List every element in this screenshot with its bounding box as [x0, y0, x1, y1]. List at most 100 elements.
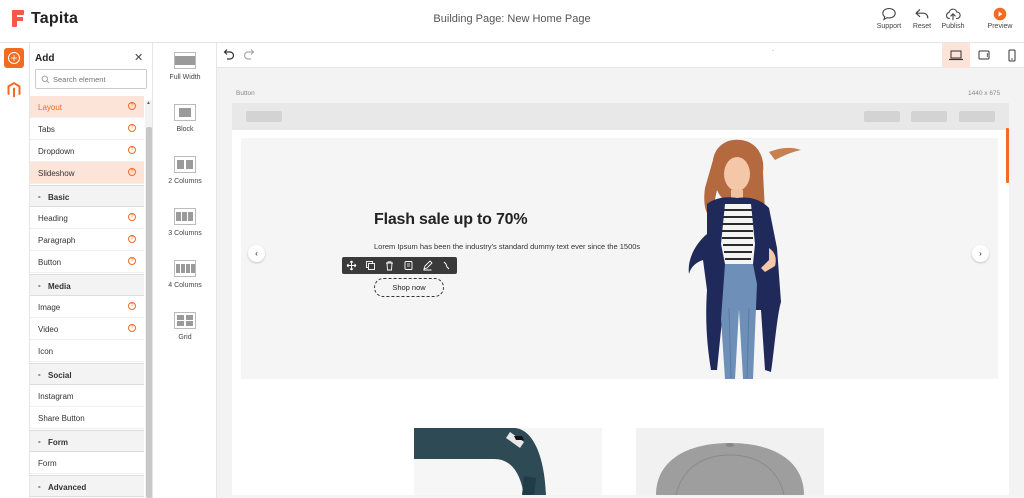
layout-2-columns[interactable]: 2 Columns — [153, 156, 217, 185]
tablet-view-button[interactable] — [970, 43, 998, 68]
layout-grid[interactable]: Grid — [153, 312, 217, 341]
canvas-size-label: 1440 x 675 — [968, 90, 1001, 97]
section-media[interactable]: - Media — [30, 274, 144, 296]
section-form[interactable]: - Form — [30, 430, 144, 452]
panel-item-image[interactable]: Image ? — [30, 296, 144, 318]
panel-item-label: Layout — [38, 103, 63, 112]
panel-item-label: Heading — [38, 214, 68, 223]
section-label: Advanced — [48, 483, 87, 492]
help-icon[interactable]: ? — [128, 168, 136, 176]
panel-item-label: Tabs — [38, 125, 55, 134]
help-icon[interactable]: ? — [128, 324, 136, 332]
help-icon[interactable]: ? — [128, 102, 136, 110]
layout-3-columns[interactable]: 3 Columns — [153, 208, 217, 237]
help-icon[interactable]: ? — [128, 257, 136, 265]
section-label: Media — [48, 282, 71, 291]
product-image-2 — [636, 428, 824, 495]
layout-4-columns[interactable]: 4 Columns — [153, 260, 217, 289]
toolbar-separator: - — [772, 48, 774, 54]
panel-item-layout[interactable]: Layout ? — [30, 96, 144, 118]
redo-icon[interactable] — [243, 48, 255, 60]
header-logo-placeholder — [246, 111, 282, 122]
layout-label: 4 Columns — [168, 282, 202, 289]
panel-item-label: Image — [38, 303, 61, 312]
collapse-icon: - — [38, 370, 41, 379]
move-icon[interactable] — [346, 260, 357, 271]
scroll-up-icon[interactable]: ▲ — [146, 100, 151, 106]
delete-icon[interactable] — [384, 260, 395, 271]
hero-title[interactable]: Flash sale up to 70% — [374, 211, 528, 229]
preview-label: Preview — [987, 23, 1013, 30]
close-icon[interactable]: ✕ — [134, 51, 143, 64]
product-cap-image — [636, 428, 824, 495]
panel-item-heading[interactable]: Heading ? — [30, 207, 144, 229]
canvas-scrollbar[interactable] — [1006, 128, 1009, 183]
four-columns-layout-icon — [174, 260, 196, 277]
help-icon[interactable]: ? — [128, 124, 136, 132]
panel-item-label: Form — [38, 459, 57, 468]
panel-item-share-button[interactable]: Share Button — [30, 407, 144, 429]
copy-style-icon[interactable] — [403, 260, 414, 271]
layout-block[interactable]: Block — [153, 104, 217, 133]
panel-item-video[interactable]: Video ? — [30, 318, 144, 340]
reply-arrow-icon — [915, 9, 929, 19]
three-columns-layout-icon — [174, 208, 196, 225]
panel-item-label: Video — [38, 325, 59, 334]
panel-item-paragraph[interactable]: Paragraph ? — [30, 229, 144, 251]
section-basic[interactable]: - Basic — [30, 185, 144, 207]
search-icon — [41, 75, 50, 84]
header-item-placeholder — [864, 111, 900, 122]
header-item-placeholder — [911, 111, 947, 122]
left-rail: + — [0, 43, 30, 498]
panel-scrollbar[interactable]: ▲ — [145, 100, 152, 498]
support-label: Support — [876, 23, 902, 30]
panel-item-tabs[interactable]: Tabs ? — [30, 118, 144, 140]
layout-label: 3 Columns — [168, 230, 202, 237]
panel-item-button[interactable]: Button ? — [30, 251, 144, 273]
page-preview[interactable]: Flash sale up to 70% Lorem Ipsum has bee… — [232, 103, 1009, 495]
help-icon[interactable]: ? — [128, 213, 136, 221]
two-columns-layout-icon — [174, 156, 196, 173]
panel-item-label: Button — [38, 258, 62, 267]
layout-label: Block — [176, 126, 194, 133]
panel-item-dropdown[interactable]: Dropdown ? — [30, 140, 144, 162]
help-icon[interactable]: ? — [128, 302, 136, 310]
add-element-button[interactable]: + — [4, 48, 24, 68]
laptop-view-button[interactable] — [942, 43, 970, 68]
undo-icon[interactable] — [223, 48, 235, 60]
mobile-view-button[interactable] — [998, 43, 1024, 68]
panel-item-label: Instagram — [38, 392, 74, 401]
slideshow-next-button[interactable]: › — [972, 245, 989, 262]
panel-item-icon[interactable]: Icon — [30, 340, 144, 362]
element-toolbar — [342, 257, 457, 274]
more-icon[interactable] — [441, 260, 452, 271]
panel-item-slideshow[interactable]: Slideshow ? — [30, 162, 144, 184]
section-advanced[interactable]: - Advanced — [30, 475, 144, 497]
publish-button[interactable]: Publish — [933, 7, 973, 30]
panel-item-instagram[interactable]: Instagram — [30, 385, 144, 407]
section-label: Basic — [48, 193, 70, 202]
panel-item-label: Dropdown — [38, 147, 75, 156]
preview-button[interactable]: Preview — [980, 7, 1020, 30]
magento-icon[interactable] — [6, 81, 22, 99]
add-panel-title: Add — [35, 53, 55, 64]
help-icon[interactable]: ? — [128, 235, 136, 243]
shop-now-button[interactable]: Shop now — [374, 278, 444, 297]
panel-item-form[interactable]: Form — [30, 452, 144, 474]
help-icon[interactable]: ? — [128, 146, 136, 154]
product-watch-image — [414, 428, 602, 495]
duplicate-icon[interactable] — [365, 260, 376, 271]
section-social[interactable]: - Social — [30, 363, 144, 385]
slideshow-prev-button[interactable]: ‹ — [248, 245, 265, 262]
panel-item-label: Share Button — [38, 414, 85, 423]
hero-description[interactable]: Lorem Ipsum has been the industry's stan… — [374, 242, 640, 251]
play-circle-icon — [993, 7, 1007, 21]
layout-full-width[interactable]: Full Width — [153, 52, 217, 81]
cloud-upload-icon — [946, 8, 961, 21]
scrollbar-thumb[interactable] — [146, 127, 152, 498]
search-input[interactable] — [53, 73, 143, 86]
page-header-placeholder — [232, 103, 1009, 130]
collapse-icon: - — [38, 437, 41, 446]
top-bar: Tapita Building Page: New Home Page Supp… — [0, 0, 1024, 43]
edit-icon[interactable] — [422, 260, 433, 271]
